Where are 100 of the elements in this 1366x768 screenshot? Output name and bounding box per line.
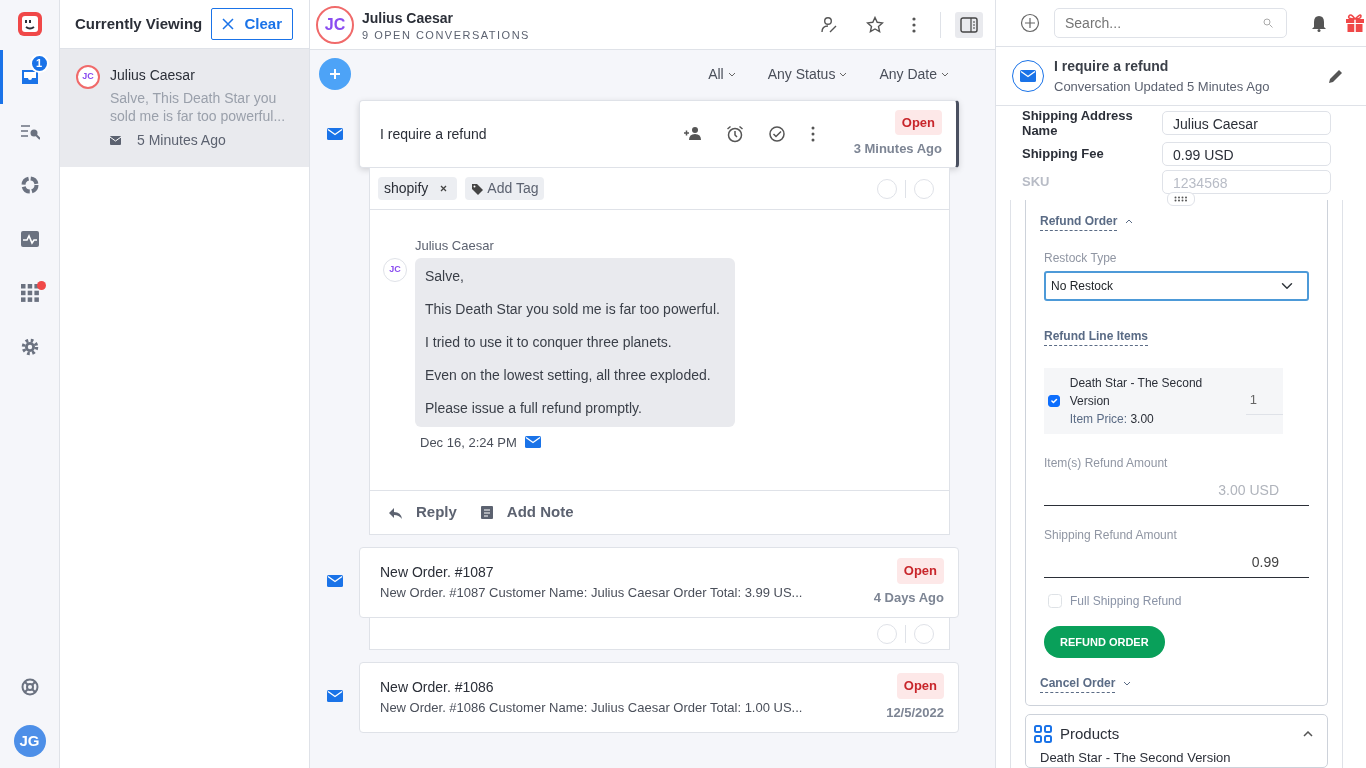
conversation-card[interactable]: New Order. #1087 New Order. #1087 Customer Name: Julius Caesar Order Total: 3.99 US... Open 4 Days Ago (359, 547, 959, 618)
avatar: JC (76, 65, 100, 89)
item-name: Death Star - The Second Version (1069, 374, 1204, 410)
field-label: Shipping Fee (1022, 146, 1105, 161)
message-author: Julius Caesar (415, 237, 495, 255)
resize-handle[interactable] (1167, 191, 1195, 206)
more-icon (912, 15, 916, 34)
pencil-icon (1328, 67, 1344, 84)
product-name: Death Star - The Second Version (1040, 748, 1232, 767)
help-icon (19, 677, 40, 697)
field-label: Shipping Refund Amount (1044, 526, 1178, 544)
grip-icon (1174, 195, 1188, 202)
add-note-button[interactable]: Add Note (480, 501, 574, 524)
tag-label: shopify (384, 179, 429, 198)
field-label: Restock Type (1044, 249, 1118, 267)
message-text: Please issue a full refund promptly. (425, 398, 643, 418)
message-text: Salve, (425, 266, 465, 286)
filter-dropdown[interactable]: Any Date (875, 59, 953, 89)
mail-icon (110, 136, 121, 145)
status-badge: Open (894, 109, 942, 135)
mail-icon (327, 690, 343, 702)
star-icon (866, 15, 884, 34)
panel-toggle-button[interactable] (955, 11, 983, 38)
filter-dropdown[interactable]: Any Status (763, 59, 852, 89)
chevron-down-icon (839, 71, 848, 77)
search-field[interactable]: Search... (1054, 8, 1287, 39)
conversation-title: I require a refund (1054, 56, 1170, 76)
customer-name: Julius Caesar (362, 9, 455, 28)
section-title: Refund Line Items (1044, 326, 1148, 346)
tag-icon (471, 182, 484, 195)
alarm-icon (726, 125, 744, 143)
text-field[interactable]: 0.99 USD (1162, 141, 1331, 166)
plus-icon (329, 68, 341, 80)
close-icon (222, 18, 235, 30)
reply-button[interactable]: Reply (388, 501, 457, 524)
section-title: Products (1060, 724, 1121, 744)
sidebar-icon (960, 16, 978, 33)
conversation-count: 9 OPEN CONVERSATIONS (362, 29, 531, 41)
people-icon (684, 125, 702, 143)
mail-icon (524, 436, 541, 449)
restock-select[interactable]: No Restock (1044, 270, 1309, 301)
message-time: Dec 16, 2:24 PM (420, 433, 517, 452)
mail-icon (327, 128, 343, 140)
time-ago: 4 Days Ago (873, 588, 944, 607)
ring-icon (19, 175, 40, 195)
time-ago: 5 Minutes Ago (137, 131, 226, 150)
chevron-down-icon (727, 71, 736, 77)
note-icon (480, 506, 493, 519)
status-badge: Open (896, 673, 944, 699)
amount-field[interactable]: 0.99 (1044, 547, 1309, 578)
amount-field: 3.00 USD (1044, 475, 1309, 506)
quantity-field[interactable]: 1 (1245, 386, 1283, 415)
field-label: SKU (1022, 174, 1051, 189)
time-ago: 12/5/2022 (886, 703, 944, 722)
panel-title: Currently Viewing (75, 13, 203, 34)
conversation-preview: New Order. #1087 Customer Name: Julius Caesar Order Total: 3.99 US... (380, 584, 804, 603)
settings-icon (19, 337, 40, 357)
filter-dropdown[interactable]: All (704, 59, 740, 89)
clear-button[interactable]: Clear (211, 7, 293, 41)
chevron-down-icon (1123, 681, 1132, 686)
item-price: 3.00 (1130, 411, 1154, 426)
conversation-updated: Conversation Updated 5 Minutes Ago (1054, 77, 1271, 96)
conversation-preview: New Order. #1086 Customer Name: Julius Caesar Order Total: 1.00 US... (380, 699, 804, 718)
conversation-card[interactable]: New Order. #1086 New Order. #1086 Customer Name: Julius Caesar Order Total: 1.00 US... Open 12/5/2022 (359, 662, 959, 733)
activity-icon (19, 229, 40, 249)
message-text: This Death Star you sold me is far too powerful. (425, 299, 721, 319)
plus-icon (1020, 13, 1040, 34)
message-text: Even on the lowest setting, all three exploded. (425, 365, 712, 385)
text-field[interactable]: Julius Caesar (1162, 110, 1331, 135)
reply-icon (388, 506, 402, 519)
add-tag-button[interactable]: Add Tag (465, 177, 545, 200)
more-icon (810, 125, 816, 143)
conversation-card[interactable]: I require a refund Open 3 Minutes Ago (359, 100, 959, 168)
search-icon (1263, 18, 1273, 29)
notification-badge: 1 (29, 54, 49, 73)
checkbox-label: Full Shipping Refund (1070, 592, 1182, 610)
conversation-subject: New Order. #1086 (380, 678, 495, 698)
edit-user-icon (820, 15, 838, 34)
mail-icon (327, 575, 343, 587)
field-label: Item(s) Refund Amount (1044, 454, 1169, 472)
close-icon (440, 185, 448, 192)
apps-icon (19, 283, 40, 303)
section-toggle[interactable]: Refund Order (1040, 211, 1134, 231)
field-label: Shipping Address Name (1022, 107, 1134, 138)
new-conversation-button[interactable] (319, 58, 351, 90)
logo-icon (16, 11, 43, 37)
section-toggle[interactable]: Cancel Order (1040, 674, 1132, 693)
message-text: I tried to use it to conquer three planets. (425, 332, 673, 352)
customer-avatar: JC (316, 5, 354, 44)
checkbox[interactable] (1048, 394, 1060, 407)
chevron-down-icon (941, 71, 949, 77)
inbox-icon (19, 67, 40, 87)
nav-inbox-button[interactable]: 1 (0, 50, 60, 104)
time-ago: 3 Minutes Ago (853, 140, 942, 158)
message-preview: Salve, This Death Star you sold me is far too powerful... (110, 89, 287, 125)
bell-icon (1311, 14, 1327, 32)
contact-name: Julius Caesar (110, 66, 196, 85)
price-label: Item Price: (1069, 411, 1128, 426)
conversation-list-item[interactable]: JC Julius Caesar Salve, This Death Star you sold me is far too powerful... 5 Minutes Ago (60, 49, 309, 167)
chevron-up-icon (1303, 731, 1313, 738)
